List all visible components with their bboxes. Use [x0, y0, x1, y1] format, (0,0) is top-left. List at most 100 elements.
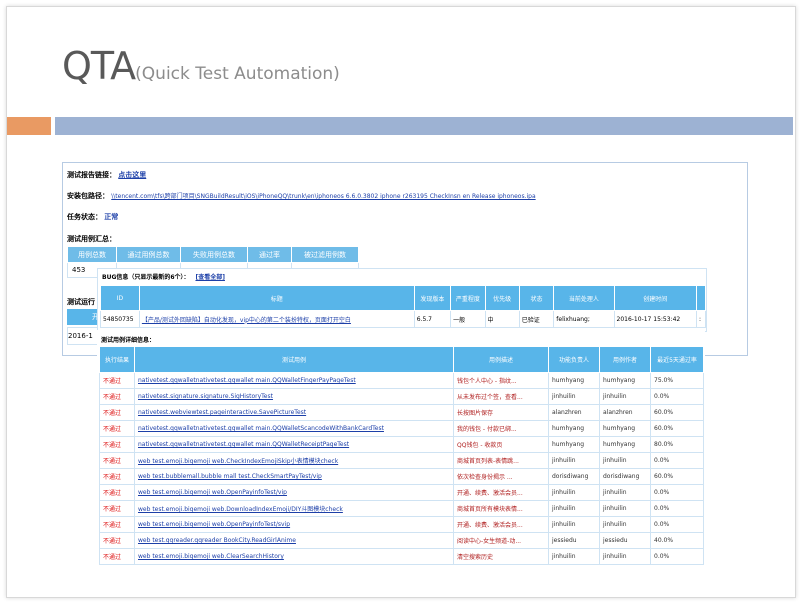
case-description: 商城首页所有模块表情...: [453, 500, 549, 517]
case-name-link[interactable]: web test.emoji.biqemoji web.OpenPayinfoT…: [134, 516, 454, 533]
case-author: alanzhren: [599, 404, 651, 421]
case-name-link[interactable]: nativetest.qqwalletnativetest.qqwallet m…: [134, 420, 454, 437]
table-row: 不通过 nativetest.qqwalletnativetest.qqwalle…: [99, 420, 704, 437]
summary-header: 通过用例总数: [116, 246, 181, 263]
case-name-link[interactable]: nativetest.signature.signature.SigHistor…: [134, 388, 454, 405]
report-link-label: 测试报告链接：: [67, 171, 116, 179]
cases-table: 执行结果 测试用例 用例描述 功能负责人 用例作者 最近5天通过率 不通过 nat…: [99, 346, 704, 565]
package-path-label: 安装包路径：: [67, 192, 109, 200]
case-pass-rate: 0.0%: [650, 500, 704, 517]
case-pass-rate: 0.0%: [650, 452, 704, 469]
case-name-link[interactable]: web test.emoji.biqemoji web.OpenPayinfoT…: [134, 484, 454, 501]
bug-header-priority: 优先级: [484, 285, 520, 311]
bug-title-link[interactable]: 【产品/测试外回缺陷】自动化发现，vip中心的第二个装扮特权，页面打开空白: [138, 310, 415, 328]
case-description: 开通、续费、激活会员...: [453, 516, 549, 533]
case-pass-rate: 0.0%: [650, 388, 704, 405]
case-result: 不通过: [99, 436, 135, 453]
test-cases-panel: 测试用例详细信息： 执行结果 测试用例 用例描述 功能负责人 用例作者 最近5天…: [97, 330, 705, 566]
case-description: 商城首页列表-表情跳...: [453, 452, 549, 469]
case-owner: alanzhren: [548, 404, 600, 421]
summary-label: 测试用例汇总：: [67, 235, 116, 243]
summary-header: 被过滤用例数: [291, 246, 359, 263]
case-pass-rate: 0.0%: [650, 484, 704, 501]
case-pass-rate: 60.0%: [650, 468, 704, 485]
case-author: dorisdiwang: [599, 468, 651, 485]
table-row: 不通过 web test.emoji.biqemoji web.CheckInde…: [99, 452, 704, 469]
table-row: 不通过 nativetest.webviewtest.pageinteractiv…: [99, 404, 704, 421]
case-name-link[interactable]: web test.emoji.biqemoji web.ClearSearchH…: [134, 548, 454, 565]
summary-header: 用例总数: [67, 246, 117, 263]
case-description: 长按图片保存: [453, 404, 549, 421]
case-name-link[interactable]: nativetest.webviewtest.pageinteractive.S…: [134, 404, 454, 421]
report-link[interactable]: 点击这里: [118, 171, 146, 179]
bug-handler: felixhuang;: [553, 310, 615, 328]
case-description: 从未发布过个签，查看...: [453, 388, 549, 405]
case-name-link[interactable]: web test.bubblemall.bubble mall test.Che…: [134, 468, 454, 485]
bug-version: 6.5.7: [413, 310, 452, 328]
title-sub: (Quick Test Automation): [135, 64, 340, 84]
case-pass-rate: 0.0%: [650, 548, 704, 565]
task-status-row: 任务状态： 正常: [67, 212, 118, 222]
table-row: 不通过 web test.emoji.biqemoji web.ClearSear…: [99, 548, 704, 565]
case-author: jinhuilin: [599, 388, 651, 405]
bug-id: 54850735: [100, 310, 140, 328]
bug-info-header: BUG信息（只显示最新的6个）： [查看全部]: [102, 272, 225, 281]
case-description: 阅读中心-女生频道-动...: [453, 532, 549, 549]
case-description: 我的钱包 - 付款已绑...: [453, 420, 549, 437]
bug-severity: 一般: [450, 310, 486, 328]
bug-info-title: BUG信息（只显示最新的6个）：: [102, 274, 190, 281]
case-result: 不通过: [99, 500, 135, 517]
cases-header-result: 执行结果: [99, 346, 135, 373]
slide-title: QTA(Quick Test Automation): [62, 44, 340, 88]
summary-header: 失败用例总数: [180, 246, 248, 263]
case-result: 不通过: [99, 548, 135, 565]
accent-bar-blue: [55, 117, 793, 135]
view-all-link[interactable]: [查看全部]: [195, 274, 225, 281]
run-header-cell: 开: [67, 309, 101, 325]
case-result: 不通过: [99, 532, 135, 549]
case-pass-rate: 60.0%: [650, 404, 704, 421]
table-row: 不通过 nativetest.qqwalletnativetest.qqwalle…: [99, 372, 704, 389]
bug-table: ID 标题 发现版本 严重程度 优先级 状态 当前处理人 创建时间 548507…: [100, 285, 706, 328]
case-owner: jinhuilin: [548, 548, 600, 565]
case-result: 不通过: [99, 516, 135, 533]
case-pass-rate: 0.0%: [650, 516, 704, 533]
table-row: 不通过 nativetest.signature.signature.SigHis…: [99, 388, 704, 405]
case-name-link[interactable]: nativetest.qqwalletnativetest.qqwallet m…: [134, 372, 454, 389]
case-result: 不通过: [99, 388, 135, 405]
case-owner: jinhuilin: [548, 516, 600, 533]
case-owner: jinhuilin: [548, 388, 600, 405]
case-result: 不通过: [99, 484, 135, 501]
case-description: 清空搜索历史: [453, 548, 549, 565]
run-label: 测试运行: [67, 298, 95, 306]
cases-title: 测试用例详细信息：: [101, 337, 156, 344]
case-author: jinhuilin: [599, 500, 651, 517]
table-row: 不通过 web test.emoji.biqemoji web.OpenPayin…: [99, 516, 704, 533]
bug-header-severity: 严重程度: [450, 285, 486, 311]
bug-header-status: 状态: [518, 285, 555, 311]
package-path-link[interactable]: \\tencent.com\tfs\跨部门项目\SNGBuildResult\i…: [111, 193, 535, 200]
case-name-link[interactable]: nativetest.qqwalletnativetest.qqwallet m…: [134, 436, 454, 453]
table-row: 不通过 web test.bubblemall.bubble mall test.…: [99, 468, 704, 485]
cases-header-author: 用例作者: [599, 346, 651, 373]
report-link-row: 测试报告链接： 点击这里: [67, 170, 146, 180]
table-row: 不通过 web test.emoji.biqemoji web.DownloadI…: [99, 500, 704, 517]
task-status-value: 正常: [104, 213, 119, 221]
bug-header-version: 发现版本: [413, 285, 452, 311]
case-name-link[interactable]: web test.emoji.biqemoji web.CheckIndexEm…: [134, 452, 454, 469]
case-result: 不通过: [99, 404, 135, 421]
case-name-link[interactable]: web test.emoji.biqemoji web.DownloadInde…: [134, 500, 454, 517]
case-result: 不通过: [99, 420, 135, 437]
cases-header-passrate: 最近5天通过率: [650, 346, 704, 373]
task-status-label: 任务状态：: [67, 213, 102, 221]
summary-header: 通过率: [247, 246, 292, 263]
case-pass-rate: 60.0%: [650, 420, 704, 437]
bug-header-id: ID: [100, 285, 140, 311]
cases-header-desc: 用例描述: [453, 346, 549, 373]
bug-header-created: 创建时间: [613, 285, 697, 311]
case-description: QQ钱包 - 收款页: [453, 436, 549, 453]
table-row: 不通过 web test.emoji.biqemoji web.OpenPayin…: [99, 484, 704, 501]
case-pass-rate: 80.0%: [650, 436, 704, 453]
case-owner: jinhuilin: [548, 484, 600, 501]
case-name-link[interactable]: web test.qqreader.qqreader BookCity.Read…: [134, 532, 454, 549]
